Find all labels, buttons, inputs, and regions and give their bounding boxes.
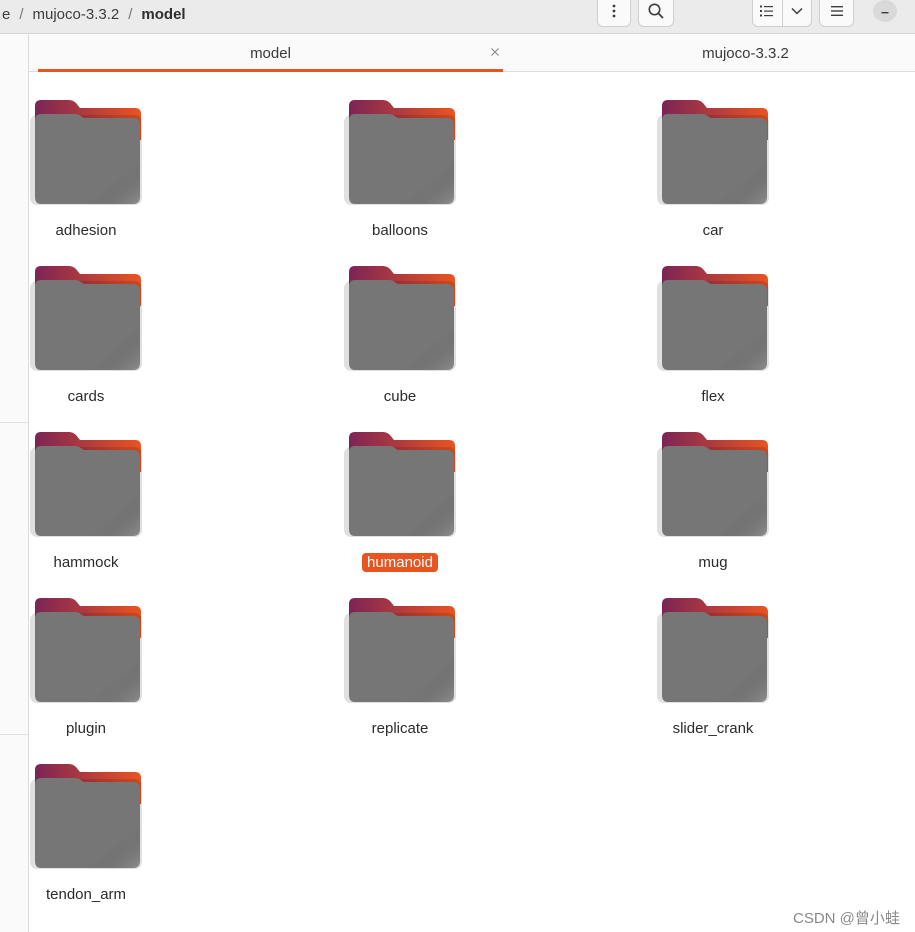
breadcrumb-item-parent[interactable]: e: [0, 6, 12, 23]
folder-label: mug: [632, 554, 794, 571]
tab-label: model: [250, 44, 291, 62]
list-view-icon: [760, 5, 774, 16]
folder-name: plugin: [65, 720, 107, 737]
file-grid: adhesion balloons car cards cube flex hammock h…: [29, 73, 915, 932]
chevron-down-icon: [791, 7, 803, 15]
folder-name: humanoid: [362, 553, 438, 572]
tab-label: mujoco-3.3.2: [702, 44, 789, 62]
folder-name: adhesion: [55, 222, 117, 239]
folder-icon: [30, 598, 142, 703]
folder-icon: [344, 266, 456, 371]
folder-name: balloons: [372, 222, 428, 239]
folder-label: cube: [319, 388, 481, 405]
breadcrumb: e / mujoco-3.3.2 / model: [0, 0, 188, 28]
folder-icon: [657, 100, 769, 205]
folder-icon: [344, 100, 456, 205]
folder-label: plugin: [5, 720, 167, 737]
folder-item[interactable]: adhesion: [5, 78, 175, 239]
folder-label: balloons: [319, 222, 481, 239]
folder-item[interactable]: balloons: [319, 78, 489, 239]
folder-label: flex: [632, 388, 794, 405]
folder-icon: [30, 266, 142, 371]
folder-icon: [657, 266, 769, 371]
header-bar: e / mujoco-3.3.2 / model: [0, 0, 915, 34]
folder-icon: [30, 100, 142, 205]
list-view-button[interactable]: [753, 0, 782, 26]
folder-item[interactable]: car: [632, 78, 802, 239]
folder-name: slider_crank: [672, 720, 754, 737]
breadcrumb-item-mujoco[interactable]: mujoco-3.3.2: [31, 6, 122, 23]
tab-model[interactable]: model: [38, 34, 503, 72]
breadcrumb-item-current[interactable]: model: [139, 6, 187, 23]
close-icon: [491, 48, 499, 56]
hamburger-icon: [830, 5, 843, 16]
folder-label: hammock: [5, 554, 167, 571]
folder-icon: [30, 432, 142, 537]
folder-label: humanoid: [319, 553, 481, 572]
breadcrumb-separator: /: [19, 5, 24, 23]
view-toggle-group: [752, 0, 812, 27]
folder-icon: [657, 432, 769, 537]
main-menu-button[interactable]: [819, 0, 854, 27]
folder-icon: [30, 764, 142, 869]
minimize-button[interactable]: [873, 0, 897, 22]
folder-name: flex: [701, 388, 725, 405]
folder-item[interactable]: replicate: [319, 576, 489, 737]
search-icon: [648, 3, 664, 18]
close-tab-button[interactable]: [487, 44, 503, 60]
tab-mujoco[interactable]: mujoco-3.3.2: [513, 34, 915, 72]
folder-name: replicate: [371, 720, 429, 737]
view-options-button[interactable]: [781, 0, 812, 26]
folder-item[interactable]: cube: [319, 244, 489, 405]
folder-item[interactable]: humanoid: [319, 410, 489, 572]
folder-icon: [344, 598, 456, 703]
folder-item[interactable]: tendon_arm: [5, 742, 175, 903]
folder-label: cards: [5, 388, 167, 405]
folder-name: car: [702, 222, 724, 239]
folder-name: mug: [698, 554, 728, 571]
active-tab-indicator: [38, 69, 503, 72]
folder-name: tendon_arm: [45, 886, 127, 903]
breadcrumb-separator: /: [128, 5, 133, 23]
folder-name: cube: [383, 388, 417, 405]
vertical-dots-icon: [612, 4, 616, 17]
minimize-icon: [881, 12, 889, 14]
folder-item[interactable]: mug: [632, 410, 802, 571]
folder-icon: [344, 432, 456, 537]
folder-item[interactable]: flex: [632, 244, 802, 405]
folder-item[interactable]: cards: [5, 244, 175, 405]
folder-label: car: [632, 222, 794, 239]
search-button[interactable]: [638, 0, 674, 27]
watermark: CSDN @曾小蛙: [793, 910, 900, 927]
folder-icon: [657, 598, 769, 703]
folder-name: hammock: [53, 554, 119, 571]
tab-bar: model mujoco-3.3.2: [29, 34, 915, 72]
folder-label: slider_crank: [632, 720, 794, 737]
folder-label: replicate: [319, 720, 481, 737]
folder-item[interactable]: hammock: [5, 410, 175, 571]
folder-label: adhesion: [5, 222, 167, 239]
folder-label: tendon_arm: [5, 886, 167, 903]
folder-menu-button[interactable]: [597, 0, 631, 27]
folder-item[interactable]: slider_crank: [632, 576, 802, 737]
folder-item[interactable]: plugin: [5, 576, 175, 737]
folder-name: cards: [67, 388, 105, 405]
